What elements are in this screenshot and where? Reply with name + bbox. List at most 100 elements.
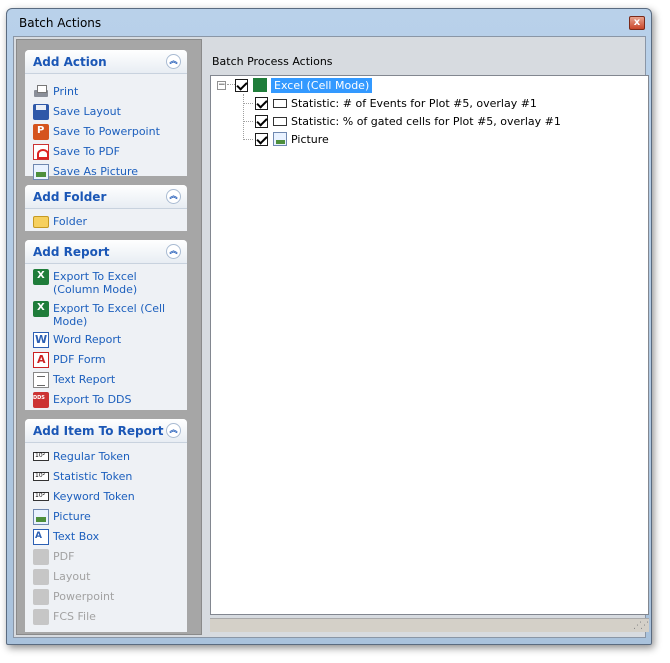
text-report-icon: [33, 372, 49, 388]
powerpoint-icon: [33, 589, 49, 605]
layout-icon: [33, 569, 49, 585]
save-icon: [33, 104, 49, 120]
pane-header: Batch Process Actions: [212, 55, 333, 68]
window-title: Batch Actions: [19, 16, 102, 30]
group-title: Add Report: [33, 245, 110, 259]
collapse-chevron-icon[interactable]: ︽: [166, 423, 181, 438]
item-text-box[interactable]: Text Box: [33, 529, 183, 547]
tree-connector: [243, 139, 253, 140]
action-save-as-picture[interactable]: Save As Picture: [33, 164, 183, 182]
item-label: Layout: [53, 570, 91, 583]
tree-node-child[interactable]: Statistic: % of gated cells for Plot #5,…: [255, 113, 561, 129]
collapse-chevron-icon[interactable]: ︽: [166, 244, 181, 259]
title-bar[interactable]: Batch Actions x: [7, 9, 651, 35]
group-header-add-item[interactable]: Add Item To Report ︽: [25, 419, 187, 443]
item-layout-disabled: Layout: [33, 569, 183, 587]
tree-connector: [243, 103, 253, 104]
action-save-to-powerpoint[interactable]: Save To Powerpoint: [33, 124, 183, 142]
tree-node-root[interactable]: − Excel (Cell Mode): [217, 77, 373, 93]
batch-actions-window: Batch Actions x Add Action ︽ Print Save …: [6, 8, 652, 645]
item-label: Word Report: [53, 333, 122, 346]
item-label: Save Layout: [53, 105, 121, 118]
item-label: Text Box: [53, 530, 100, 543]
action-print[interactable]: Print: [33, 84, 183, 102]
item-label: PDF: [53, 550, 75, 563]
group-header-add-report[interactable]: Add Report ︽: [25, 240, 187, 264]
node-label: Picture: [291, 132, 329, 146]
group-add-report: Add Report ︽ Export To Excel (Column Mod…: [25, 240, 187, 410]
word-icon: [33, 332, 49, 348]
actions-tree[interactable]: − Excel (Cell Mode) Statistic: # of Even…: [210, 75, 649, 615]
item-label: PDF Form: [53, 353, 106, 366]
item-powerpoint-disabled: Powerpoint: [33, 589, 183, 607]
item-statistic-token[interactable]: Statistic Token: [33, 469, 183, 487]
dds-icon: [33, 392, 49, 408]
excel-icon: [33, 269, 49, 285]
action-export-dds[interactable]: Export To DDS: [33, 392, 183, 410]
collapse-chevron-icon[interactable]: ︽: [166, 189, 181, 204]
collapse-chevron-icon[interactable]: ︽: [166, 54, 181, 69]
node-label: Excel (Cell Mode): [271, 77, 373, 93]
item-label: Folder: [53, 215, 87, 228]
item-regular-token[interactable]: Regular Token: [33, 449, 183, 467]
pdf-icon: [33, 549, 49, 565]
token-icon: [33, 492, 49, 501]
excel-icon: [33, 301, 49, 317]
tree-node-child[interactable]: Picture: [255, 131, 329, 147]
token-icon: [273, 116, 287, 126]
group-header-add-action[interactable]: Add Action ︽: [25, 50, 187, 74]
group-add-action: Add Action ︽ Print Save Layout Save To P…: [25, 50, 187, 180]
item-label: Picture: [53, 510, 91, 523]
collapse-minus-icon[interactable]: −: [217, 80, 226, 90]
resize-grip-icon[interactable]: ⋰⋰: [633, 621, 649, 631]
status-bar: ⋰⋰: [210, 618, 649, 632]
action-folder[interactable]: Folder: [33, 214, 183, 232]
excel-icon: [253, 78, 267, 92]
group-title: Add Folder: [33, 190, 107, 204]
group-add-folder: Add Folder ︽ Folder: [25, 185, 187, 231]
task-pane: Add Action ︽ Print Save Layout Save To P…: [16, 39, 202, 635]
node-label: Statistic: % of gated cells for Plot #5,…: [291, 114, 561, 128]
item-pdf-disabled: PDF: [33, 549, 183, 567]
node-checkbox[interactable]: [255, 96, 268, 110]
item-label: Regular Token: [53, 450, 130, 463]
item-picture[interactable]: Picture: [33, 509, 183, 527]
group-title: Add Action: [33, 55, 107, 69]
tree-connector: [243, 94, 244, 140]
tree-node-child[interactable]: Statistic: # of Events for Plot #5, over…: [255, 95, 537, 111]
action-save-layout[interactable]: Save Layout: [33, 104, 183, 122]
item-label: Save To PDF: [53, 145, 121, 158]
folder-icon: [33, 216, 49, 228]
action-export-excel-column[interactable]: Export To Excel (Column Mode): [33, 269, 183, 297]
item-label: Export To DDS: [53, 393, 132, 406]
action-pdf-form[interactable]: PDF Form: [33, 352, 183, 370]
fcs-file-icon: [33, 609, 49, 625]
node-label: Statistic: # of Events for Plot #5, over…: [291, 96, 537, 110]
item-fcs-file-disabled: FCS File: [33, 609, 183, 627]
item-label: Export To Excel (Column Mode): [53, 270, 138, 296]
group-add-item-to-report: Add Item To Report ︽ Regular Token Stati…: [25, 419, 187, 632]
item-label: Text Report: [53, 373, 116, 386]
picture-icon: [273, 132, 287, 146]
pdf-icon: [33, 144, 49, 160]
token-icon: [33, 472, 49, 481]
node-checkbox[interactable]: [235, 78, 248, 92]
client-area: Add Action ︽ Print Save Layout Save To P…: [13, 36, 649, 638]
node-checkbox[interactable]: [255, 114, 268, 128]
picture-icon: [33, 509, 49, 525]
action-save-to-pdf[interactable]: Save To PDF: [33, 144, 183, 162]
item-label: Keyword Token: [53, 490, 135, 503]
item-keyword-token[interactable]: Keyword Token: [33, 489, 183, 507]
close-button[interactable]: x: [629, 16, 645, 30]
action-text-report[interactable]: Text Report: [33, 372, 183, 390]
group-title: Add Item To Report: [33, 424, 164, 438]
group-header-add-folder[interactable]: Add Folder ︽: [25, 185, 187, 209]
action-word-report[interactable]: Word Report: [33, 332, 183, 350]
text-box-icon: [33, 529, 49, 545]
action-export-excel-cell[interactable]: Export To Excel (Cell Mode): [33, 301, 183, 329]
node-checkbox[interactable]: [255, 132, 268, 146]
item-label: Statistic Token: [53, 470, 133, 483]
powerpoint-icon: [33, 124, 49, 140]
token-icon: [273, 98, 287, 108]
picture-icon: [33, 164, 49, 180]
